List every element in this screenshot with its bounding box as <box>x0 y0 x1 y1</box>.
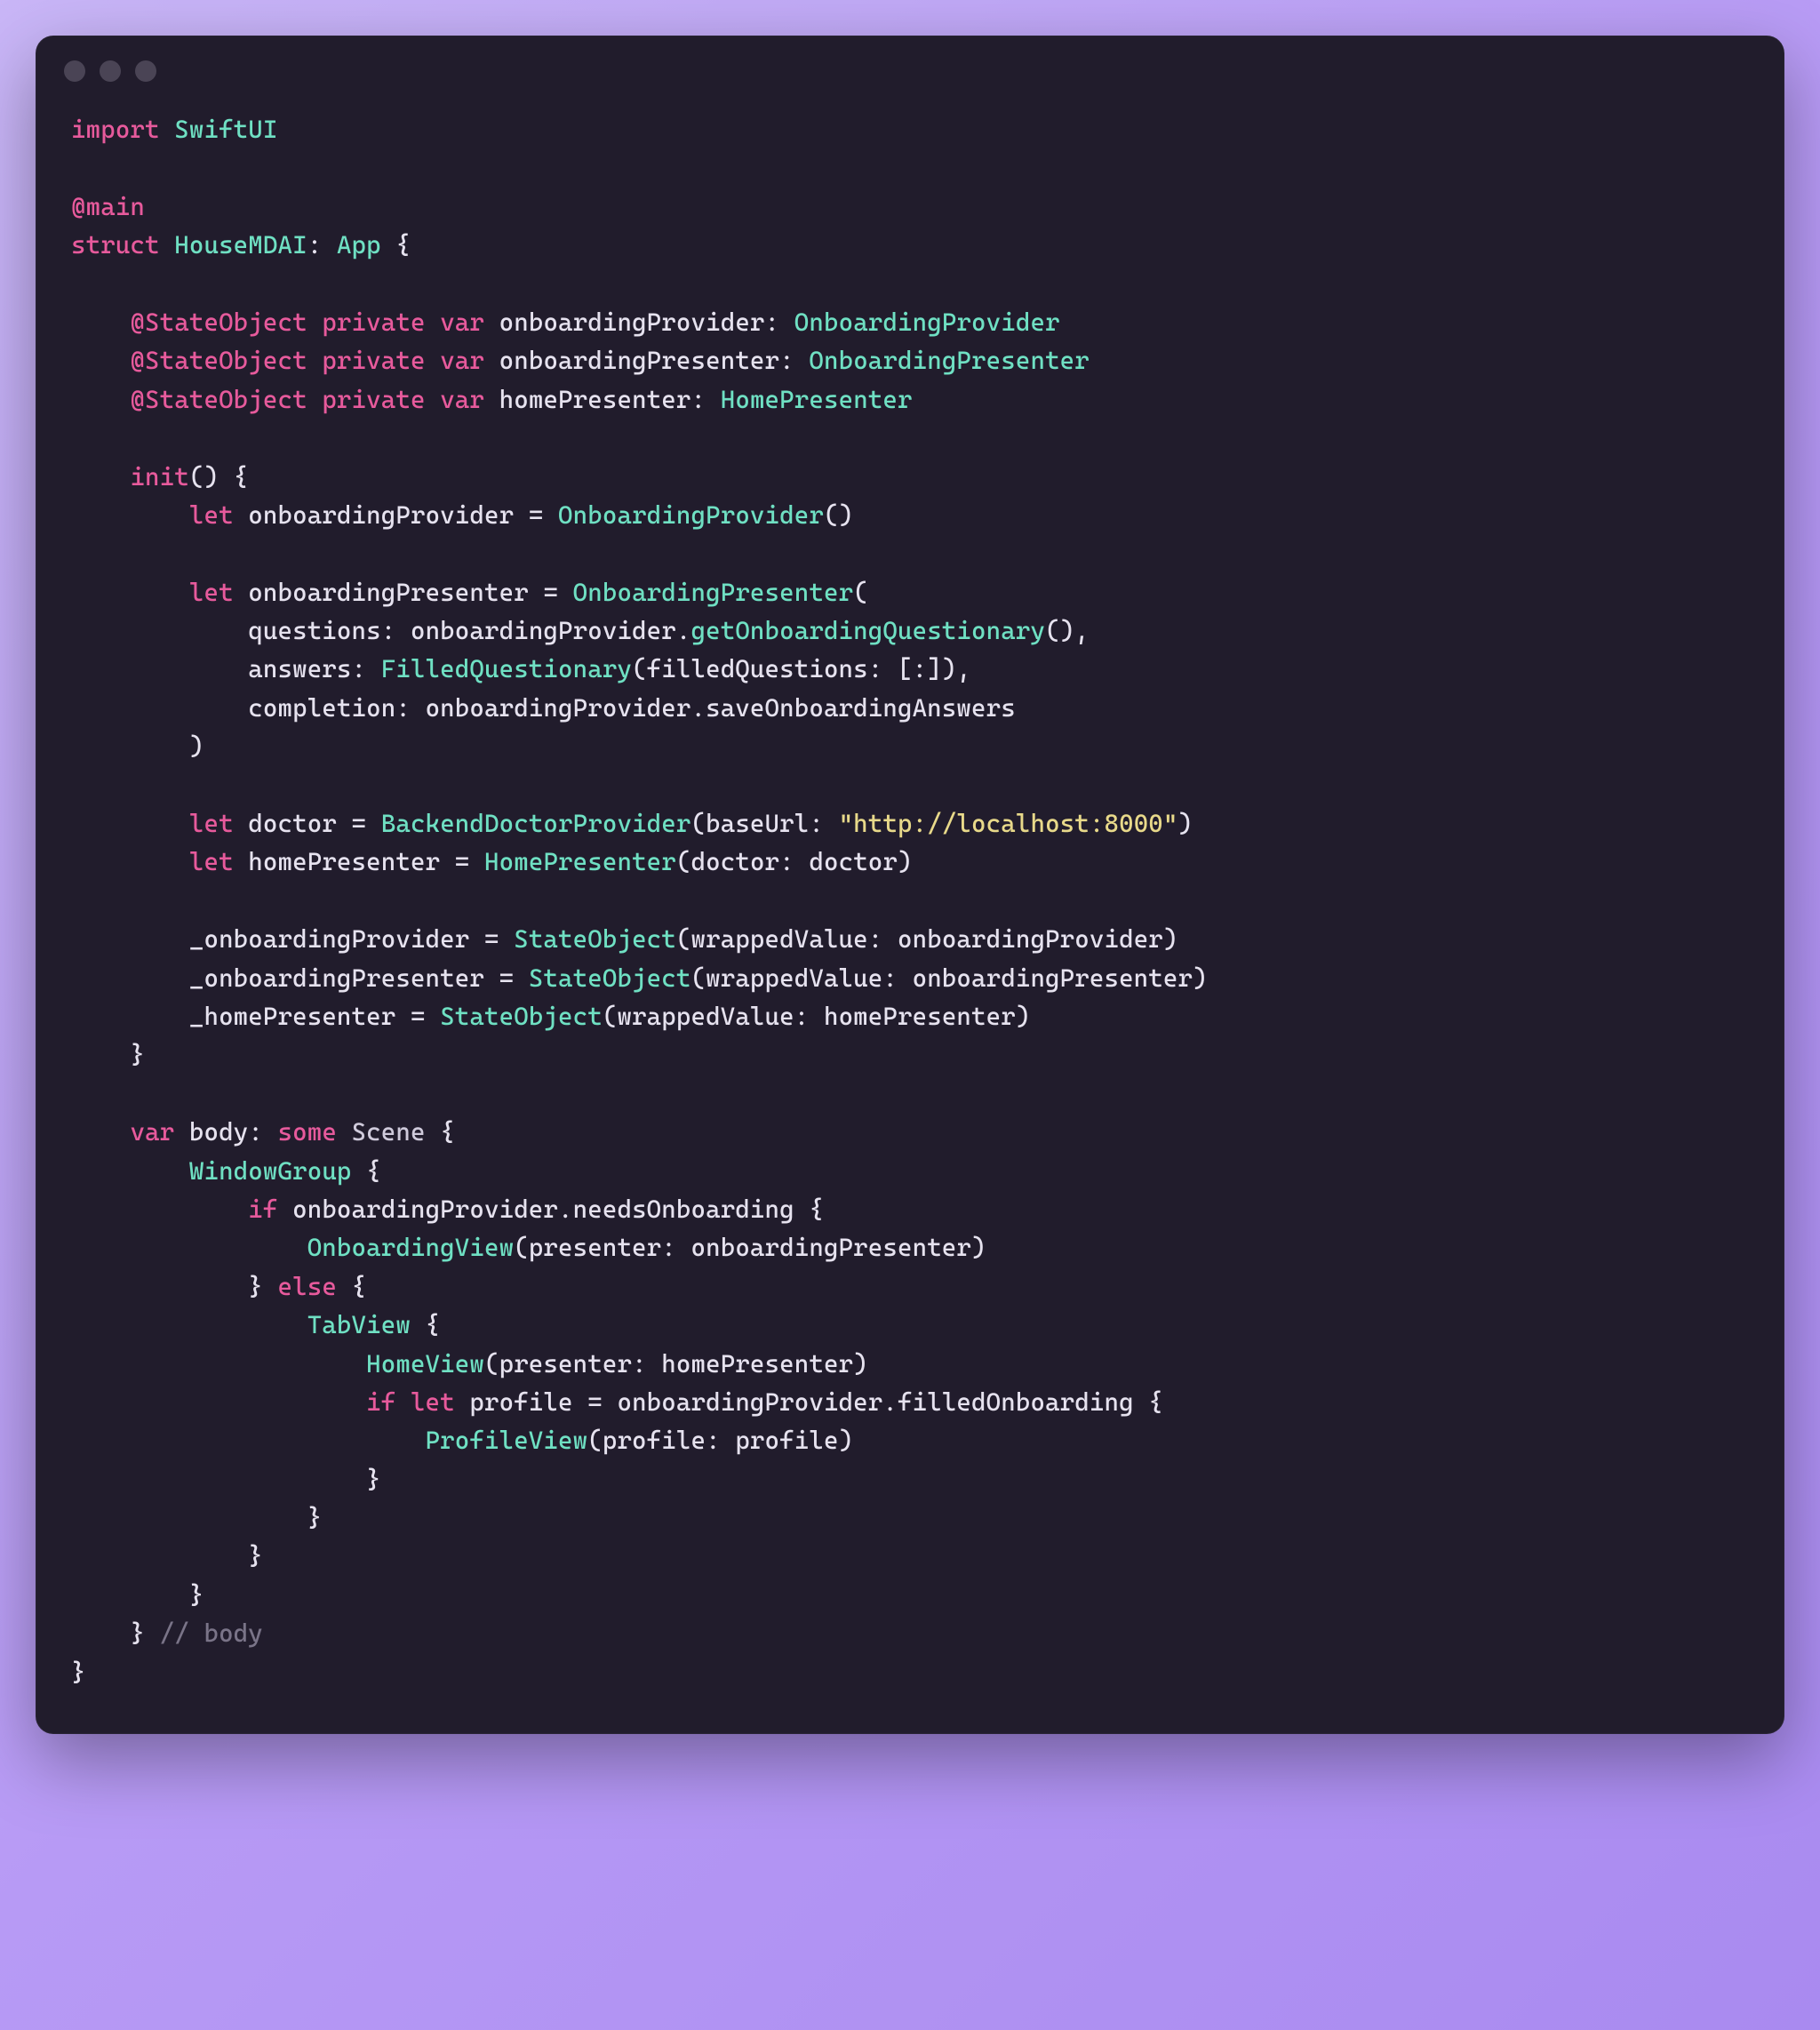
keyword-struct: struct <box>71 230 160 260</box>
window-titlebar <box>36 36 1784 96</box>
struct-name: HouseMDAI <box>174 230 307 260</box>
attribute-stateobject: @StateObject <box>130 308 307 337</box>
attribute-main: @main <box>71 192 145 221</box>
editor-window: import SwiftUI @main struct HouseMDAI: A… <box>36 36 1784 1734</box>
string-literal-baseurl: "http://localhost:8000" <box>839 809 1178 838</box>
close-icon[interactable] <box>64 60 85 82</box>
protocol-name: App <box>337 230 381 260</box>
init-keyword: init <box>130 462 188 492</box>
minimize-icon[interactable] <box>100 60 121 82</box>
keyword-import: import <box>71 115 160 144</box>
zoom-icon[interactable] <box>135 60 156 82</box>
module-name: SwiftUI <box>174 115 277 144</box>
code-editor[interactable]: import SwiftUI @main struct HouseMDAI: A… <box>36 96 1784 1734</box>
comment-body: // body <box>160 1618 263 1648</box>
